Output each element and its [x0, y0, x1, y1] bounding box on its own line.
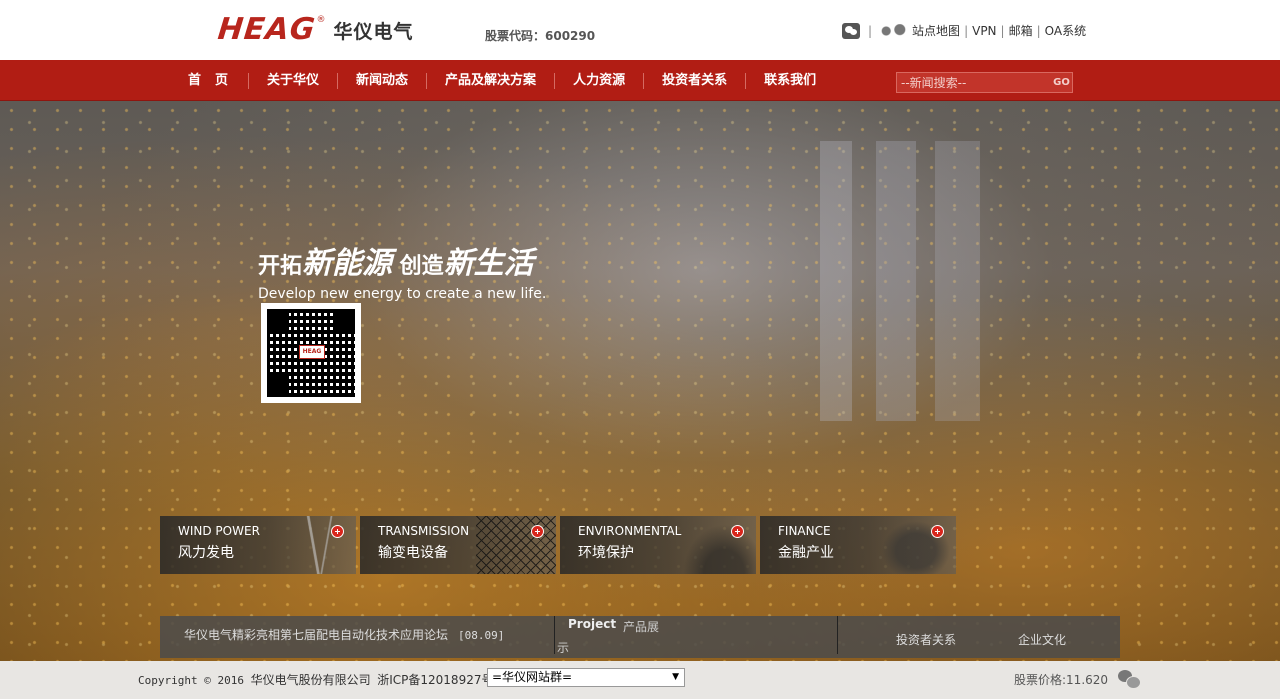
- link-separator: |: [1036, 23, 1041, 38]
- slogan-chinese: 开拓新能源 创造新生活: [258, 238, 546, 282]
- divider: [554, 616, 555, 654]
- divider: [837, 616, 838, 654]
- project-title-en[interactable]: Project: [568, 617, 616, 631]
- plus-icon[interactable]: [531, 525, 544, 538]
- oa-system-link[interactable]: OA系统: [1045, 22, 1086, 39]
- card-title-cn: 输变电设备: [378, 545, 448, 561]
- hero-banner: 开拓新能源 创造新生活 Develop new energy to create…: [0, 101, 1280, 661]
- plus-icon[interactable]: [931, 525, 944, 538]
- card-title-cn: 金融产业: [778, 545, 834, 561]
- slogan-highlight-1: 新能源: [302, 246, 393, 281]
- power-tower-image: [476, 516, 556, 574]
- slogan-highlight-2: 新生活: [443, 246, 534, 281]
- card-finance[interactable]: FINANCE 金融产业: [760, 516, 956, 574]
- corporate-culture-link[interactable]: 企业文化: [1018, 631, 1066, 648]
- footer: Copyright © 2016 华仪电气股份有限公司 浙ICP备1201892…: [0, 661, 1280, 699]
- site-group-select[interactable]: =华仪网站群= ▼: [487, 668, 685, 687]
- qr-code-pattern: HEAG: [267, 309, 355, 397]
- card-wind-power[interactable]: WIND POWER 风力发电: [160, 516, 356, 574]
- card-transmission[interactable]: TRANSMISSION 输变电设备: [360, 516, 556, 574]
- wechat-qr-code: HEAG: [261, 303, 361, 403]
- nav-item-hr[interactable]: 人力资源: [555, 72, 645, 89]
- link-separator: |: [868, 23, 873, 38]
- news-title: 华仪电气精彩亮相第七届配电自动化技术应用论坛: [184, 628, 449, 642]
- wind-turbine-image: [276, 516, 356, 574]
- company-name: 华仪电气股份有限公司: [250, 673, 371, 687]
- slogan-english: Develop new energy to create a new life.: [258, 286, 547, 302]
- slogan-part-1: 开拓: [258, 254, 303, 279]
- world-map-icon: [876, 23, 911, 38]
- nav-item-contact[interactable]: 联系我们: [746, 73, 834, 89]
- search-go-button[interactable]: GO: [1051, 73, 1072, 92]
- logo-mark: HEAG: [216, 12, 318, 47]
- link-separator: |: [964, 23, 969, 38]
- card-title-en: ENVIRONMENTAL: [578, 524, 682, 538]
- vpn-link[interactable]: VPN: [972, 24, 996, 38]
- nav-item-about[interactable]: 关于华仪: [249, 72, 339, 89]
- nav-item-home[interactable]: 首页: [170, 72, 250, 89]
- environment-image: [676, 516, 756, 574]
- card-title-cn: 环境保护: [578, 545, 634, 561]
- stock-price: 股票价格:11.620: [1014, 673, 1109, 687]
- news-date: [08.09]: [458, 629, 505, 642]
- skyline-background: [820, 141, 980, 421]
- info-bar: 华仪电气精彩亮相第七届配电自动化技术应用论坛 [08.09] Project 产品…: [160, 616, 1120, 658]
- news-search: GO: [896, 72, 1073, 93]
- hero-slogan: 开拓新能源 创造新生活 Develop new energy to create…: [258, 238, 546, 302]
- finance-image: [876, 516, 956, 574]
- card-title-en: TRANSMISSION: [378, 524, 470, 538]
- nav-item-news[interactable]: 新闻动态: [338, 72, 428, 89]
- wechat-icon[interactable]: [1118, 670, 1141, 689]
- mail-link[interactable]: 邮箱: [1009, 22, 1033, 39]
- nav-item-products[interactable]: 产品及解决方案: [427, 72, 556, 89]
- card-title-en: WIND POWER: [178, 524, 260, 538]
- site-group-selected: =华仪网站群=: [492, 670, 573, 684]
- slogan-part-2: 创造: [392, 254, 444, 279]
- copyright-prefix: Copyright © 2016: [138, 674, 244, 687]
- logo-chinese-name: 华仪电气: [333, 20, 414, 43]
- sitemap-link[interactable]: 站点地图: [912, 22, 960, 39]
- qr-center-logo: HEAG: [299, 345, 325, 359]
- company-logo[interactable]: HEAG ® 华仪电气: [216, 12, 414, 47]
- icp-number[interactable]: 浙ICP备12018927号: [377, 673, 493, 687]
- registered-mark: ®: [316, 15, 326, 25]
- investor-relations-link[interactable]: 投资者关系: [896, 631, 956, 648]
- top-links: | 站点地图 | VPN | 邮箱 | OA系统: [842, 22, 1086, 39]
- project-title-cn[interactable]: 产品展: [623, 618, 663, 635]
- news-headline[interactable]: 华仪电气精彩亮相第七届配电自动化技术应用论坛 [08.09]: [184, 626, 504, 643]
- nav-item-investor[interactable]: 投资者关系: [644, 72, 747, 89]
- wechat-icon[interactable]: [842, 22, 860, 39]
- news-search-input[interactable]: [897, 73, 1051, 92]
- card-environmental[interactable]: ENVIRONMENTAL 环境保护: [560, 516, 756, 574]
- plus-icon[interactable]: [331, 525, 344, 538]
- business-cards: WIND POWER 风力发电 TRANSMISSION 输变电设备 ENVIR…: [160, 516, 960, 574]
- city-lights-background: [0, 101, 1280, 661]
- copyright: Copyright © 2016 华仪电气股份有限公司 浙ICP备1201892…: [138, 671, 493, 688]
- nav-items: 首页 关于华仪 新闻动态 产品及解决方案 人力资源 投资者关系 联系我们: [170, 60, 834, 101]
- main-nav: 首页 关于华仪 新闻动态 产品及解决方案 人力资源 投资者关系 联系我们 GO: [0, 60, 1280, 101]
- link-separator: |: [1000, 23, 1005, 38]
- project-title-cn-wrap: 示: [557, 641, 570, 655]
- card-title-en: FINANCE: [778, 524, 831, 538]
- chevron-down-icon: ▼: [672, 672, 679, 682]
- top-header: HEAG ® 华仪电气 股票代码：600290 | 站点地图 | VPN | 邮…: [0, 0, 1280, 60]
- card-title-cn: 风力发电: [178, 545, 234, 561]
- plus-icon[interactable]: [731, 525, 744, 538]
- stock-code: 股票代码：600290: [485, 29, 596, 43]
